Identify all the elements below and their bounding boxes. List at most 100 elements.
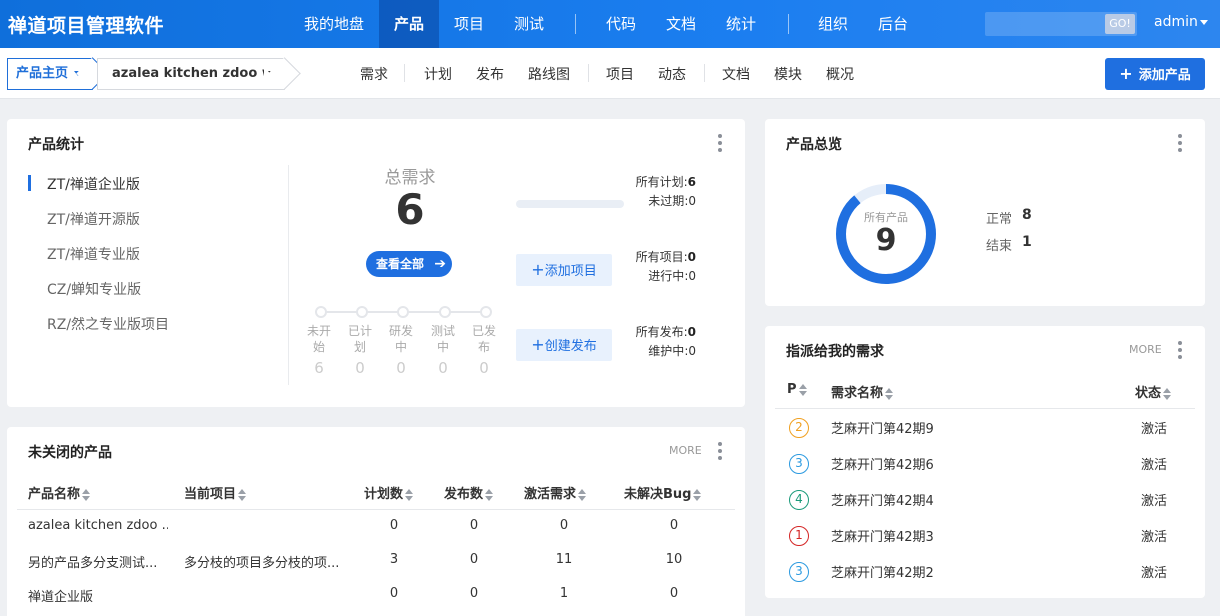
active-story-count: 11 [555,552,573,567]
more-link[interactable]: MORE [1129,343,1162,356]
chevron-down-icon [1199,19,1208,25]
subnav-project[interactable]: 项目 [606,64,634,84]
stage-label: 已发布 [471,324,496,354]
nav-report[interactable]: 统计 [716,0,766,48]
add-product-button[interactable]: + 添加产品 [1105,58,1205,90]
active-story-count: 0 [559,518,569,533]
global-search: GO! [985,12,1137,36]
all-plans-stat: 所有计划:6 [635,175,696,189]
story-name-link[interactable]: 芝麻开门第42期3 [831,526,934,545]
stat-label: 所有计划 [635,175,684,189]
subnav-roadmap[interactable]: 路线图 [528,64,570,84]
col-releases[interactable]: 发布数 [444,483,494,502]
subnav-view[interactable]: 概况 [826,64,854,84]
subnav-dynamic[interactable]: 动态 [658,64,686,84]
table-row[interactable]: 禅道企业版 0 0 1 0 [7,583,745,616]
add-product-label: 添加产品 [1138,68,1191,83]
table-row[interactable]: 3 芝麻开门第42期2 激活 [765,559,1205,595]
sort-icon [485,488,494,501]
doing-projects-stat: 进行中:0 [648,269,696,283]
stat-value: 0 [688,194,696,208]
more-menu-icon[interactable] [718,134,722,155]
more-menu-icon[interactable] [718,442,722,463]
subnav-module[interactable]: 模块 [774,64,802,84]
subnav-plan[interactable]: 计划 [424,64,452,84]
all-releases-stat: 所有发布:0 [635,325,696,339]
table-row[interactable]: 2 芝麻开门第42期9 激活 [765,415,1205,451]
stage-label: 未开始 [306,324,331,354]
col-active-stories[interactable]: 激活需求 [524,483,587,502]
plus-icon: + [531,335,545,354]
sort-icon [693,488,702,501]
subnav-doc[interactable]: 文档 [722,64,750,84]
col-plans[interactable]: 计划数 [364,483,414,502]
product-name-link[interactable]: 禅道企业版 [28,586,168,605]
stat-value: 0 [687,250,696,264]
more-menu-icon[interactable] [1178,341,1182,362]
nav-test[interactable]: 测试 [504,0,554,48]
story-name-link[interactable]: 芝麻开门第42期6 [831,454,934,473]
story-name-link[interactable]: 芝麻开门第42期4 [831,490,934,509]
product-subnav: 产品主页 azalea kitchen zdoo wo... 需求 计划 发布 … [0,48,1220,99]
more-link[interactable]: MORE [669,444,702,457]
header-label: 未解决Bug [624,487,692,502]
subnav-divider [588,64,589,82]
subnav-divider [704,64,705,82]
header-label: 激活需求 [524,487,577,502]
nav-code[interactable]: 代码 [596,0,646,48]
search-input[interactable] [985,12,1105,36]
stage-label: 测试中 [430,324,455,354]
nav-admin[interactable]: 后台 [868,0,918,48]
current-project-link[interactable]: 多分枝的项目多分枝的项... [184,552,354,571]
subnav-release[interactable]: 发布 [476,64,504,84]
nav-doc[interactable]: 文档 [656,0,706,48]
story-name-link[interactable]: 芝麻开门第42期2 [831,562,934,581]
story-status: 激活 [1141,494,1168,509]
user-menu[interactable]: admin [1154,14,1208,30]
normal-value: 8 [1022,207,1032,223]
closed-value: 1 [1022,234,1032,250]
stage-count: 0 [479,359,489,377]
table-row[interactable]: azalea kitchen zdoo ... 0 0 0 0 [7,515,745,549]
product-name-link[interactable]: azalea kitchen zdoo ... [28,518,168,533]
view-all-button[interactable]: 查看全部 ➔ [366,251,452,277]
stat-label: 未过期 [648,194,685,208]
product-overview-card: 产品总览 所有产品 9 正常 8 结束 1 [765,119,1205,306]
product-line-item[interactable]: CZ/蝉知专业版 [47,279,141,299]
subnav-story[interactable]: 需求 [360,64,388,84]
release-count: 0 [469,552,479,567]
col-story-name[interactable]: 需求名称 [831,382,894,401]
stat-value: 0 [687,325,696,339]
product-line-item[interactable]: ZT/禅道企业版 [47,174,140,194]
top-navbar: 禅道项目管理软件 我的地盘 产品 项目 测试 代码 文档 统计 组织 后台 GO… [0,0,1220,48]
col-product-name[interactable]: 产品名称 [28,483,91,502]
more-menu-icon[interactable] [1178,134,1182,155]
nav-product[interactable]: 产品 [379,0,439,48]
table-row[interactable]: 4 芝麻开门第42期4 激活 [765,487,1205,523]
col-current-project[interactable]: 当前项目 [184,483,247,502]
product-name-link[interactable]: 另的产品多分支测试... [28,552,168,571]
nav-org[interactable]: 组织 [808,0,858,48]
app-logo[interactable]: 禅道项目管理软件 [8,11,164,38]
stat-label: 所有项目 [635,250,684,264]
product-line-item[interactable]: RZ/然之专业版项目 [47,314,169,334]
nav-my[interactable]: 我的地盘 [294,0,374,48]
stage-dot [397,306,409,318]
breadcrumb-product-home[interactable]: 产品主页 [7,58,93,90]
header-label: 产品名称 [28,487,81,502]
search-go-button[interactable]: GO! [1105,14,1135,34]
table-row[interactable]: 3 芝麻开门第42期6 激活 [765,451,1205,487]
breadcrumb-product-select[interactable]: azalea kitchen zdoo wo... [97,58,285,90]
product-line-item[interactable]: ZT/禅道专业版 [47,244,140,264]
col-priority[interactable]: P [787,382,807,397]
nav-project[interactable]: 项目 [444,0,494,48]
maintained-releases-stat: 维护中:0 [648,344,696,358]
col-status[interactable]: 状态 [1135,382,1172,401]
col-unresolved-bugs[interactable]: 未解决Bug [624,483,702,502]
story-name-link[interactable]: 芝麻开门第42期9 [831,418,934,437]
card-title: 产品统计 [28,137,84,153]
table-row[interactable]: 1 芝麻开门第42期3 激活 [765,523,1205,559]
product-line-item[interactable]: ZT/禅道开源版 [47,209,140,229]
card-title: 产品总览 [786,137,842,153]
table-row[interactable]: 另的产品多分支测试... 多分枝的项目多分枝的项... 3 0 11 10 [7,549,745,583]
